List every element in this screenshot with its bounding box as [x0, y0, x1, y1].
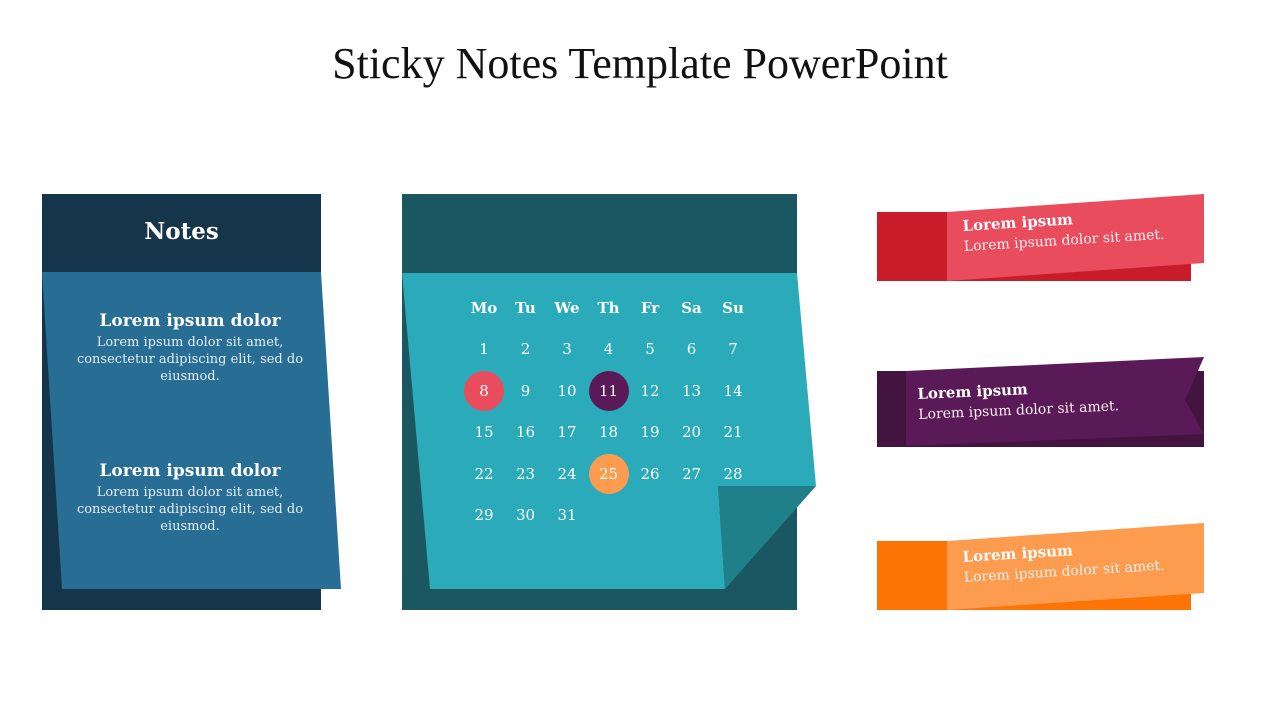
weekday-label: Th — [597, 299, 620, 317]
calendar-day[interactable]: 30 — [506, 495, 546, 535]
weekday-label: Sa — [681, 299, 702, 317]
calendar-day[interactable]: 29 — [464, 495, 504, 535]
calendar-day[interactable]: 16 — [506, 412, 546, 452]
note-item-text: Lorem ipsum dolor sit amet, consectetur … — [76, 335, 304, 384]
calendar-day[interactable]: 3 — [547, 329, 587, 369]
note-item-2: Lorem ipsum dolor Lorem ipsum dolor sit … — [60, 461, 320, 535]
calendar-day[interactable]: 19 — [630, 412, 670, 452]
calendar-day[interactable]: 21 — [713, 412, 753, 452]
note-item-title: Lorem ipsum dolor — [99, 311, 281, 331]
notes-heading: Notes — [144, 218, 219, 245]
calendar-day[interactable]: 2 — [506, 329, 546, 369]
calendar-day[interactable]: 4 — [589, 329, 629, 369]
calendar-day[interactable]: 20 — [672, 412, 712, 452]
calendar-day[interactable]: 7 — [713, 329, 753, 369]
calendar-day[interactable]: 10 — [547, 371, 587, 411]
calendar-day-highlighted[interactable]: 11 — [588, 370, 629, 411]
calendar-day[interactable]: 24 — [547, 454, 587, 494]
calendar-day[interactable]: 26 — [630, 454, 670, 494]
calendar-day[interactable]: 15 — [464, 412, 504, 452]
calendar-day[interactable]: 1 — [464, 329, 504, 369]
calendar-day[interactable]: 17 — [547, 412, 587, 452]
calendar-day[interactable]: 22 — [464, 454, 504, 494]
calendar-day[interactable]: 28 — [713, 454, 753, 494]
calendar-day[interactable]: 9 — [506, 371, 546, 411]
note-item-text: Lorem ipsum dolor sit amet, consectetur … — [76, 485, 304, 534]
calendar-day[interactable]: 23 — [506, 454, 546, 494]
calendar-day[interactable]: 12 — [630, 371, 670, 411]
weekday-label: Mo — [470, 299, 498, 317]
calendar-day[interactable]: 6 — [672, 329, 712, 369]
calendar-day[interactable]: 13 — [672, 371, 712, 411]
weekday-label: Tu — [515, 299, 536, 317]
calendar-day-highlighted[interactable]: 8 — [464, 370, 504, 411]
note-item-title: Lorem ipsum dolor — [99, 461, 281, 481]
weekday-label: Su — [722, 299, 744, 317]
calendar-day[interactable]: 5 — [630, 329, 670, 369]
calendar-day[interactable]: 31 — [547, 495, 587, 535]
calendar-day[interactable]: 14 — [713, 371, 753, 411]
note-item-1: Lorem ipsum dolor Lorem ipsum dolor sit … — [60, 311, 320, 385]
calendar-day[interactable]: 27 — [672, 454, 712, 494]
weekday-label: We — [554, 299, 580, 317]
weekday-label: Fr — [640, 299, 660, 317]
calendar-day-highlighted[interactable]: 25 — [588, 453, 629, 494]
calendar-day[interactable]: 18 — [589, 412, 629, 452]
